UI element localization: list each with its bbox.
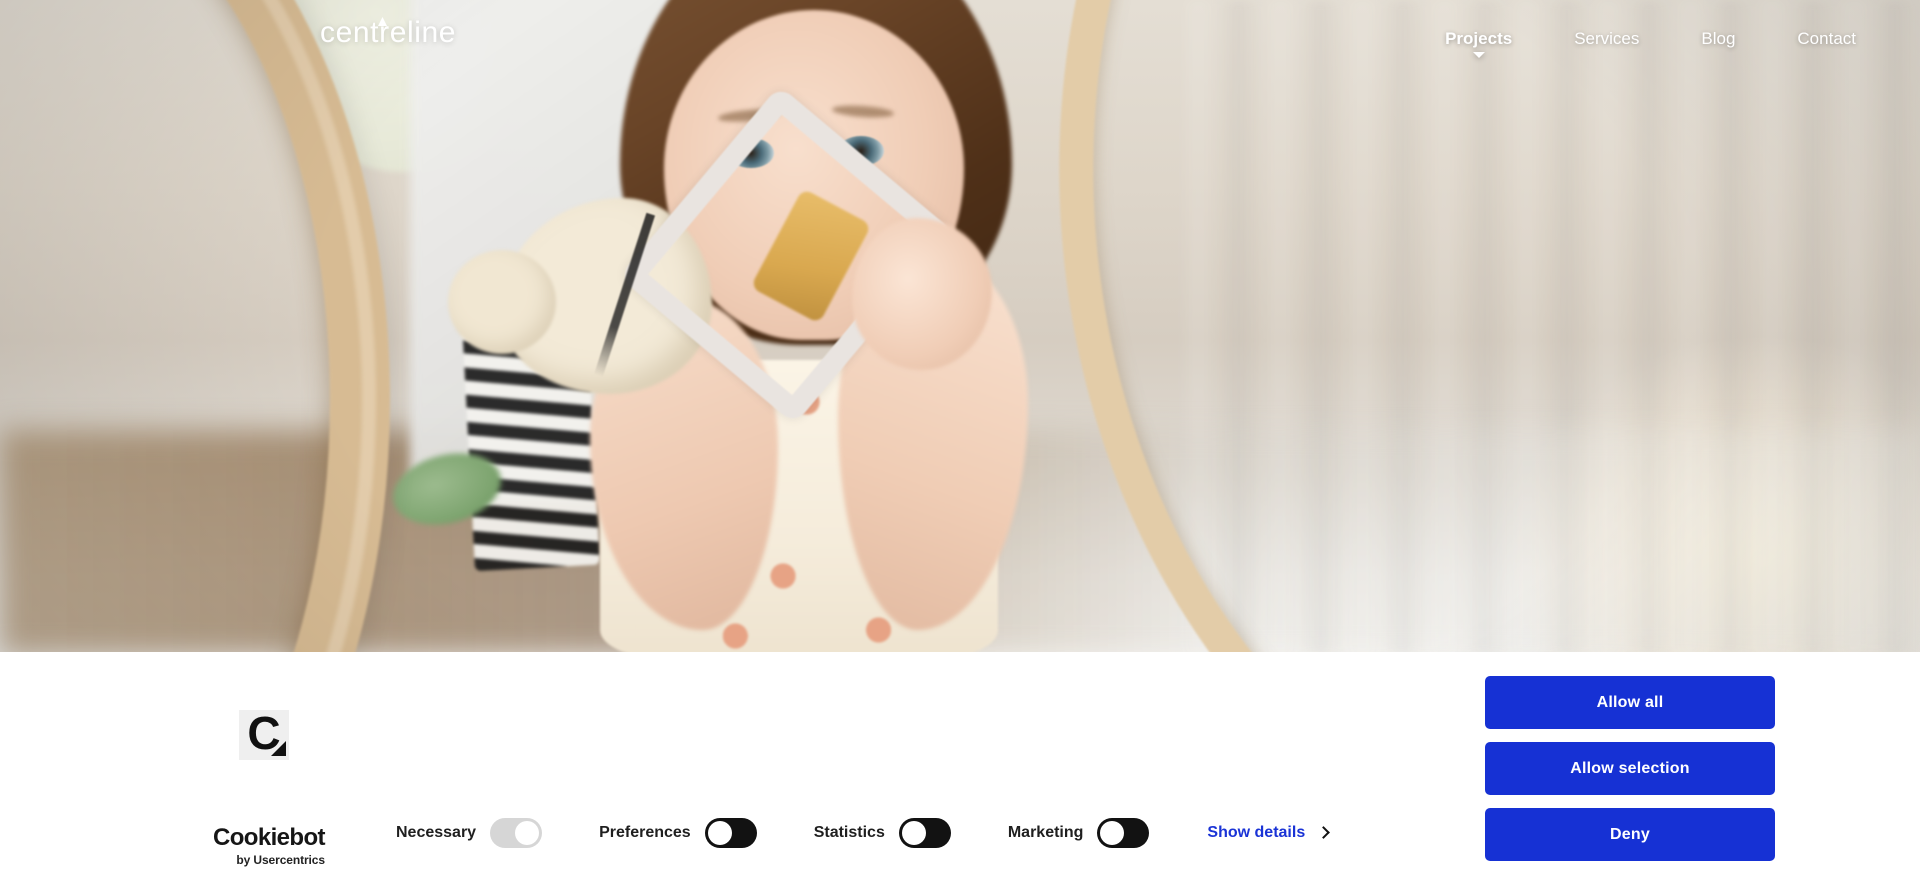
cookiebot-logo-icon: C <box>239 707 289 760</box>
toggle-knob <box>707 821 732 845</box>
consent-category-preferences: Preferences <box>599 818 757 848</box>
nav-item-label: Contact <box>1797 29 1856 48</box>
cookie-consent-categories: Necessary Preferences Statistics Marketi… <box>396 818 1331 848</box>
consent-category-label: Statistics <box>813 824 885 841</box>
site-logo-text: centreline <box>320 16 457 49</box>
consent-category-label: Preferences <box>599 824 691 841</box>
chevron-right-icon <box>1317 826 1331 839</box>
site-logo[interactable]: centreline <box>320 16 456 50</box>
toggle-necessary <box>490 818 543 848</box>
toggle-statistics[interactable] <box>898 818 951 848</box>
cookiebot-byline: by Usercentrics <box>236 853 325 867</box>
nav-item-contact[interactable]: Contact <box>1797 28 1856 50</box>
toggle-knob <box>1100 821 1125 845</box>
consent-category-label: Necessary <box>396 824 477 841</box>
consent-category-statistics: Statistics <box>814 818 951 848</box>
nav-item-label: Projects <box>1445 29 1513 48</box>
chevron-down-icon <box>1472 52 1485 58</box>
hero-section <box>0 0 1920 655</box>
toggle-knob <box>515 821 540 845</box>
show-details-link[interactable]: Show details <box>1207 824 1331 842</box>
consent-category-necessary: Necessary <box>396 818 543 848</box>
nav-item-label: Blog <box>1701 29 1736 48</box>
main-navigation: Projects Services Blog Contact <box>1445 28 1856 58</box>
nav-item-projects[interactable]: Projects <box>1445 28 1513 58</box>
cookiebot-brand-name: Cookiebot <box>213 824 326 851</box>
hero-vignette <box>0 0 1920 655</box>
page-root: centreline Projects Services Blog Contac… <box>0 0 1920 888</box>
consent-category-marketing: Marketing <box>1008 818 1150 848</box>
allow-all-button[interactable]: Allow all <box>1485 676 1775 729</box>
cookie-banner-actions: Allow all Allow selection Deny <box>1485 676 1775 861</box>
toggle-preferences[interactable] <box>704 818 757 848</box>
nav-item-label: Services <box>1574 29 1640 48</box>
show-details-label: Show details <box>1207 824 1306 841</box>
cookiebot-footer-logo[interactable]: Cookiebot by Usercentrics <box>213 824 326 867</box>
site-header: centreline Projects Services Blog Contac… <box>0 0 1920 86</box>
toggle-marketing[interactable] <box>1097 818 1150 848</box>
deny-button[interactable]: Deny <box>1485 808 1775 861</box>
nav-item-blog[interactable]: Blog <box>1701 28 1735 50</box>
nav-item-services[interactable]: Services <box>1574 28 1639 50</box>
allow-selection-button[interactable]: Allow selection <box>1485 742 1775 795</box>
toggle-knob <box>901 821 926 845</box>
consent-category-label: Marketing <box>1007 824 1084 841</box>
